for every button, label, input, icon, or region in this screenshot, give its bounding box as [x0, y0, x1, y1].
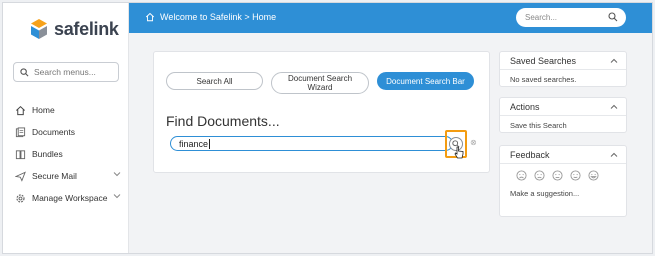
sidebar-item-label: Home	[32, 105, 55, 115]
chevron-up-icon[interactable]	[610, 58, 618, 64]
sad-face-icon[interactable]	[534, 170, 545, 181]
sidebar-item-label: Documents	[32, 127, 75, 137]
top-bar: Welcome to Safelink > Home Search...	[129, 3, 652, 33]
global-search-placeholder: Search...	[525, 13, 558, 22]
make-suggestion-link[interactable]: Make a suggestion...	[500, 189, 626, 203]
saved-searches-panel: Saved Searches No saved searches.	[499, 51, 627, 87]
panel-header[interactable]: Feedback	[500, 146, 626, 164]
panel-header[interactable]: Saved Searches	[500, 52, 626, 70]
chevron-down-icon	[113, 172, 121, 177]
clear-icon[interactable]: ⊗	[470, 138, 477, 147]
menu-search-input[interactable]: Search menus...	[13, 62, 119, 82]
save-search-link[interactable]: Save this Search	[500, 116, 626, 135]
tab-document-search-wizard[interactable]: Document Search Wizard	[271, 72, 369, 94]
global-search-input[interactable]: Search...	[516, 8, 626, 27]
breadcrumb: Welcome to Safelink > Home	[145, 12, 276, 22]
panel-header[interactable]: Actions	[500, 98, 626, 116]
mouse-cursor-icon	[454, 146, 464, 159]
chevron-down-icon	[113, 194, 121, 199]
gear-icon	[16, 193, 25, 203]
logo[interactable]: safelink	[29, 18, 119, 40]
chevron-up-icon[interactable]	[610, 152, 618, 158]
very-sad-face-icon[interactable]	[516, 170, 527, 181]
neutral-face-icon[interactable]	[552, 170, 563, 181]
tab-document-search-bar[interactable]: Document Search Bar	[377, 72, 474, 90]
search-card: Search All Document Search Wizard Docume…	[153, 51, 490, 173]
feedback-rating	[500, 170, 626, 181]
sidebar-item-manage-workspace[interactable]: Manage Workspace	[15, 187, 127, 209]
menu-search-placeholder: Search menus...	[34, 67, 96, 77]
bundles-icon	[15, 149, 26, 159]
page-title: Find Documents...	[166, 113, 280, 129]
search-input-value: finance	[179, 138, 209, 149]
brand-name: safelink	[54, 18, 119, 39]
sidebar-item-label: Secure Mail	[32, 171, 77, 181]
sidebar-item-label: Manage Workspace	[32, 193, 108, 203]
home-icon[interactable]	[145, 12, 155, 22]
safelink-logo-icon	[31, 19, 47, 39]
actions-panel: Actions Save this Search	[499, 97, 627, 133]
search-icon[interactable]	[608, 12, 618, 22]
sidebar: safelink Search menus... Home Documents …	[3, 3, 129, 253]
send-icon	[15, 170, 26, 182]
feedback-panel: Feedback Make a suggestion...	[499, 145, 627, 217]
breadcrumb-text[interactable]: Welcome to Safelink > Home	[160, 12, 276, 22]
app-window: safelink Search menus... Home Documents …	[2, 2, 653, 254]
sidebar-item-bundles[interactable]: Bundles	[15, 143, 127, 165]
sidebar-item-label: Bundles	[32, 149, 63, 159]
chevron-up-icon[interactable]	[610, 104, 618, 110]
sidebar-item-documents[interactable]: Documents	[15, 121, 127, 143]
documents-icon	[15, 126, 26, 137]
document-search-input[interactable]: finance	[170, 136, 453, 151]
sidebar-item-home[interactable]: Home	[15, 99, 127, 121]
sidebar-item-secure-mail[interactable]: Secure Mail	[15, 165, 127, 187]
very-happy-face-icon[interactable]	[588, 170, 599, 181]
search-icon	[20, 67, 29, 76]
saved-searches-text: No saved searches.	[510, 75, 577, 84]
home-icon	[16, 105, 25, 115]
tab-search-all[interactable]: Search All	[166, 72, 263, 90]
sidebar-nav: Home Documents Bundles Secure Mail Manag…	[15, 99, 127, 209]
text-caret	[209, 138, 211, 149]
happy-face-icon[interactable]	[570, 170, 581, 181]
